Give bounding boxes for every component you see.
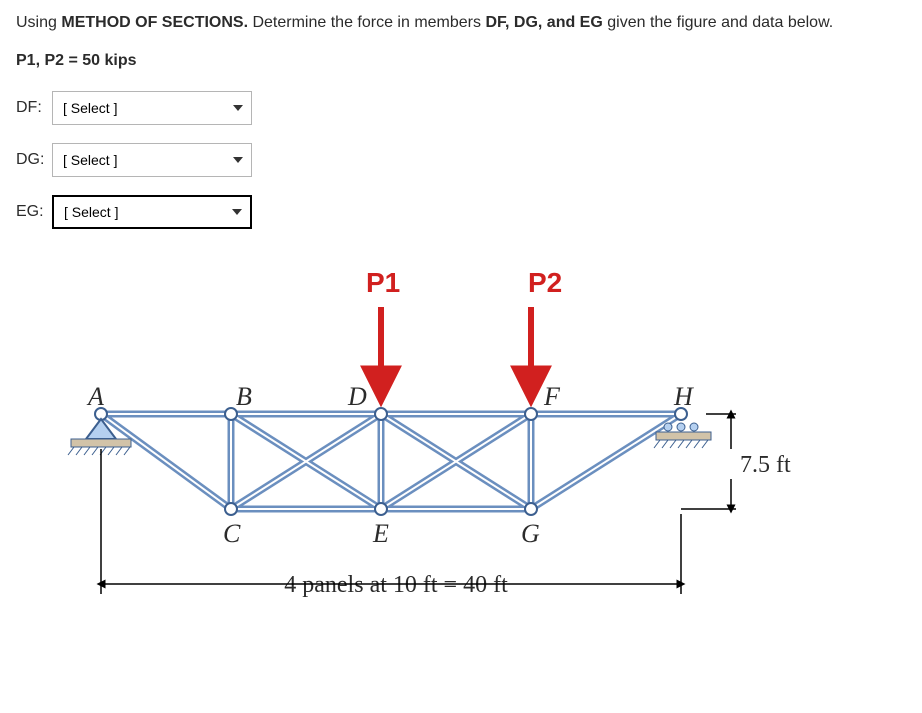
selector-row-eg: EG: [ Select ] [16,195,906,229]
truss-members-inner [101,414,681,509]
question-prompt: Using METHOD OF SECTIONS. Determine the … [16,12,906,34]
prompt-text-c: Determine the force in members [248,14,485,31]
prompt-text-b: METHOD OF SECTIONS. [61,14,248,31]
truss-svg [16,259,836,629]
truss-figure: P1 P2 A B D F H C E G 7.5 ft 4 panels at… [16,259,836,629]
selector-row-dg: DG: [ Select ] [16,143,906,177]
prompt-text-e: given the figure and data below. [603,14,833,31]
height-dim-lines [681,414,736,509]
selector-row-df: DF: [ Select ] [16,91,906,125]
truss-members-outer [101,414,681,509]
label-eg: EG: [16,201,46,223]
select-df[interactable]: [ Select ] [52,91,252,125]
prompt-text-d: DF, DG, and EG [485,14,602,31]
select-dg[interactable]: [ Select ] [52,143,252,177]
prompt-text-a: Using [16,14,61,31]
select-eg[interactable]: [ Select ] [52,195,252,229]
pin-support-a [68,419,131,455]
label-dg: DG: [16,149,46,171]
label-df: DF: [16,97,46,119]
given-data: P1, P2 = 50 kips [16,50,906,72]
